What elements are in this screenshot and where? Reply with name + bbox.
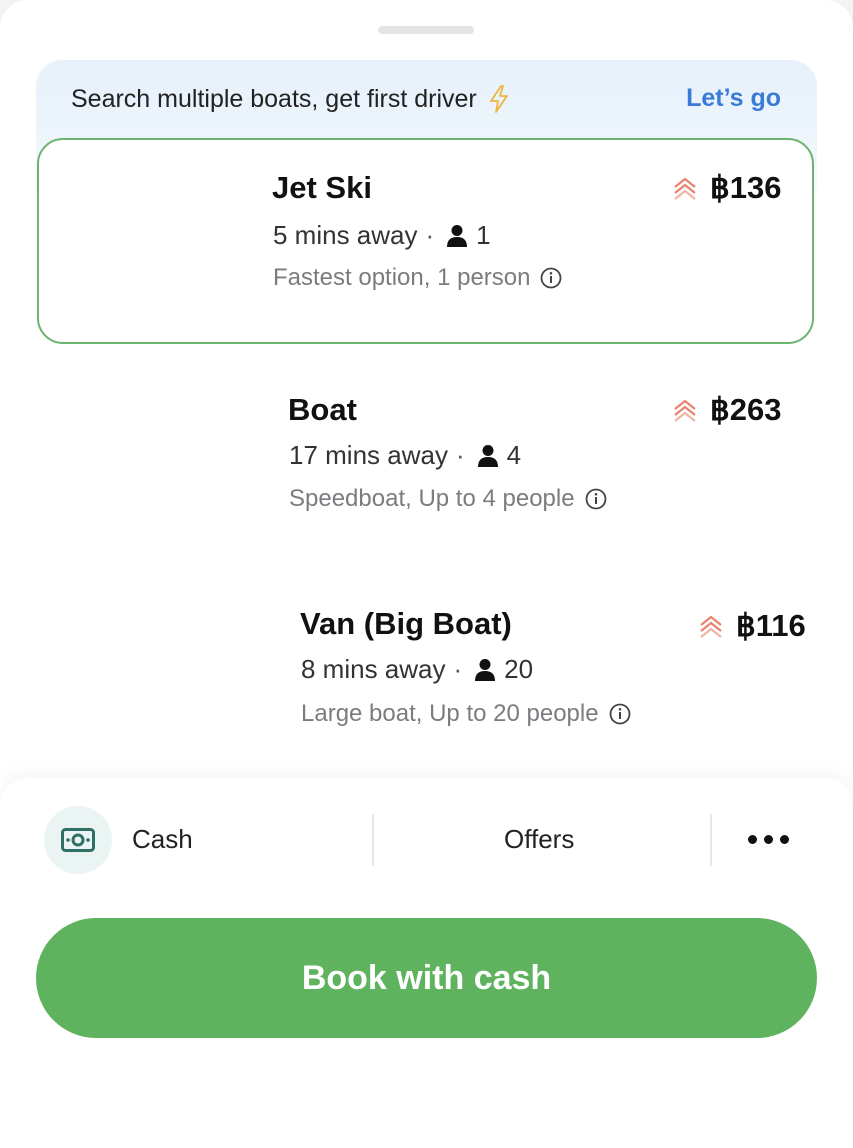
divider [710, 814, 712, 866]
payment-method-selector[interactable] [44, 806, 112, 874]
option-price: ฿136 [710, 170, 782, 205]
info-icon[interactable] [609, 703, 631, 725]
separator-dot: · [425, 220, 435, 250]
option-eta: 8 mins away [301, 654, 446, 684]
option-name: Jet Ski [272, 170, 372, 205]
surge-icon [674, 177, 696, 200]
info-icon[interactable] [540, 267, 562, 289]
option-price-row: ฿263 [672, 392, 781, 428]
option-capacity: 20 [504, 654, 534, 684]
option-capacity: 1 [476, 220, 491, 250]
option-price: ฿263 [710, 392, 782, 427]
surge-icon [700, 615, 722, 638]
info-icon[interactable] [585, 488, 607, 510]
option-meta: 17 mins away · 4 [289, 440, 521, 471]
option-description-row: Fastest option, 1 person [273, 264, 562, 292]
banner-message: Search multiple boats, get first driver [71, 84, 511, 114]
option-name: Boat [288, 392, 357, 427]
book-with-cash-button[interactable]: Book with cash [36, 918, 817, 1038]
cash-icon [61, 828, 95, 852]
option-meta: 5 mins away · 1 [273, 220, 491, 251]
offers-button[interactable]: Offers [504, 824, 574, 855]
option-price: ฿116 [736, 608, 806, 643]
divider [372, 814, 374, 866]
person-icon [477, 444, 498, 467]
option-meta: 8 mins away · 20 [301, 654, 533, 685]
banner-text: Search multiple boats, get first driver [71, 84, 477, 113]
option-price-row: ฿136 [672, 170, 781, 206]
option-description-row: Speedboat, Up to 4 people [289, 485, 607, 513]
option-eta: 17 mins away [289, 440, 448, 470]
option-eta: 5 mins away [273, 220, 418, 250]
surge-icon [674, 399, 696, 422]
person-icon [447, 224, 468, 247]
option-description-row: Large boat, Up to 20 people [301, 700, 631, 728]
sheet-drag-handle[interactable] [378, 26, 474, 34]
payment-method-label[interactable]: Cash [132, 824, 193, 855]
option-price-row: ฿116 [698, 608, 806, 644]
lightning-bolt-icon [489, 85, 508, 113]
lets-go-link[interactable]: Let’s go [686, 84, 781, 113]
separator-dot: · [453, 654, 463, 684]
separator-dot: · [455, 440, 465, 470]
option-description: Speedboat, Up to 4 people [289, 485, 575, 512]
person-icon [475, 658, 496, 681]
more-dots-icon[interactable] [748, 826, 794, 852]
option-capacity: 4 [506, 440, 522, 470]
option-name: Van (Big Boat) [300, 606, 512, 641]
option-description: Large boat, Up to 20 people [301, 700, 599, 727]
option-description: Fastest option, 1 person [273, 264, 531, 291]
